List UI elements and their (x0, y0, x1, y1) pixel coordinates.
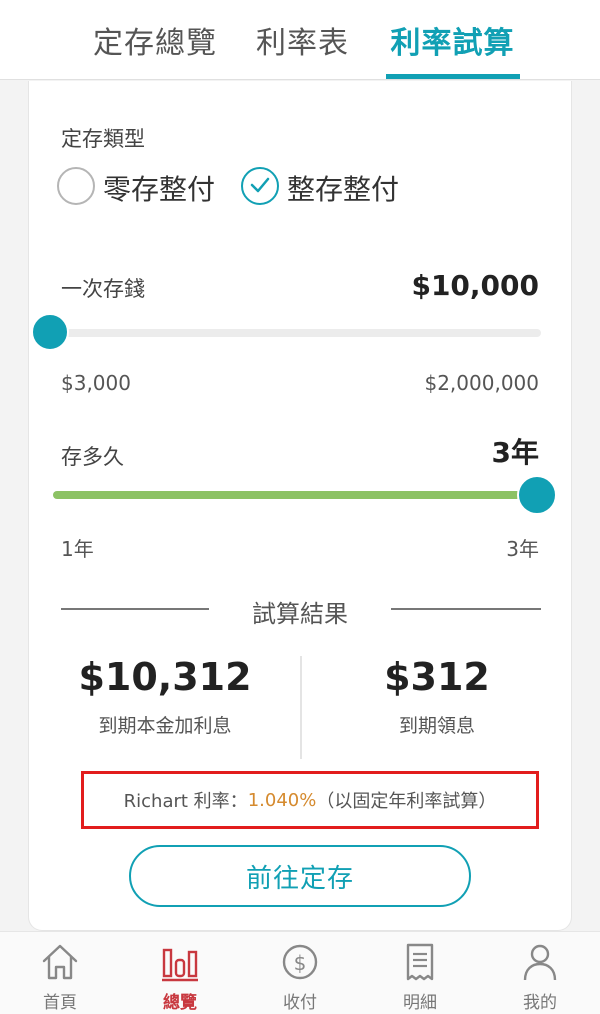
nav-details[interactable]: 明細 (360, 932, 480, 1014)
duration-slider-fill (53, 491, 539, 499)
home-icon (42, 944, 78, 980)
result-divider-left (61, 608, 209, 610)
amount-slider-track[interactable] (61, 329, 541, 337)
result-total-value: $10,312 (78, 655, 252, 699)
result-interest-caption: 到期領息 (398, 715, 475, 737)
result-title: 試算結果 (252, 600, 348, 628)
radio-lump-sum-deposit[interactable] (241, 167, 279, 205)
checkmark-icon (250, 177, 270, 193)
tab-rate-calculator[interactable]: 利率試算 (385, 0, 520, 80)
result-interest-block: $312 到期領息 (301, 653, 573, 738)
amount-slider-handle[interactable] (31, 313, 69, 351)
nav-payment-label: 收付 (283, 993, 317, 1013)
overview-chart-icon (162, 948, 198, 982)
deposit-type-label: 定存類型 (61, 127, 145, 151)
nav-home-label: 首頁 (43, 993, 77, 1013)
go-to-deposit-button[interactable]: 前往定存 (129, 845, 471, 907)
tab-rate-table[interactable]: 利率表 (235, 0, 370, 80)
amount-min-label: $3,000 (61, 371, 131, 395)
radio-installment-label[interactable]: 零存整付 (103, 168, 215, 208)
rate-info-box: Richart 利率： 1.040% （以固定年利率試算） (81, 771, 539, 829)
duration-slider-track[interactable] (53, 491, 539, 499)
nav-payment[interactable]: $ 收付 (240, 932, 360, 1014)
duration-label: 存多久 (61, 445, 124, 469)
dollar-circle-icon: $ (282, 944, 318, 980)
result-total-block: $10,312 到期本金加利息 (29, 653, 301, 738)
result-interest-value: $312 (384, 655, 490, 699)
rate-suffix: （以固定年利率試算） (316, 791, 497, 812)
bottom-nav: 首頁 總覽 $ 收付 明細 我的 (0, 931, 600, 1014)
nav-home[interactable]: 首頁 (0, 932, 120, 1014)
nav-overview[interactable]: 總覽 (120, 932, 240, 1014)
deposit-type-options: 零存整付 整存整付 (57, 167, 457, 207)
svg-text:$: $ (294, 951, 307, 975)
amount-max-label: $2,000,000 (424, 371, 539, 395)
duration-value: 3年 (491, 436, 539, 469)
duration-slider-handle[interactable] (517, 475, 557, 515)
nav-details-label: 明細 (403, 993, 437, 1013)
radio-lump-sum-label[interactable]: 整存整付 (287, 168, 399, 208)
duration-min-label: 1年 (61, 537, 94, 561)
amount-label: 一次存錢 (61, 277, 145, 301)
person-icon (523, 944, 557, 981)
radio-installment-deposit[interactable] (57, 167, 95, 205)
result-divider-right (391, 608, 541, 610)
duration-max-label: 3年 (506, 537, 539, 561)
calculator-card: 定存類型 零存整付 整存整付 一次存錢 $10,000 $3,000 $2,00… (28, 81, 572, 931)
top-tab-bar: 定存總覽 利率表 利率試算 (0, 0, 600, 80)
result-total-caption: 到期本金加利息 (98, 715, 232, 737)
tab-deposit-overview[interactable]: 定存總覽 (80, 0, 230, 80)
rate-prefix: Richart 利率： (123, 791, 248, 812)
nav-overview-label: 總覽 (163, 993, 197, 1013)
amount-value: $10,000 (411, 269, 539, 302)
receipt-icon (406, 943, 434, 981)
nav-profile-label: 我的 (523, 993, 557, 1013)
nav-profile[interactable]: 我的 (480, 932, 600, 1014)
rate-value: 1.040% (247, 789, 317, 811)
active-tab-indicator (386, 74, 520, 79)
